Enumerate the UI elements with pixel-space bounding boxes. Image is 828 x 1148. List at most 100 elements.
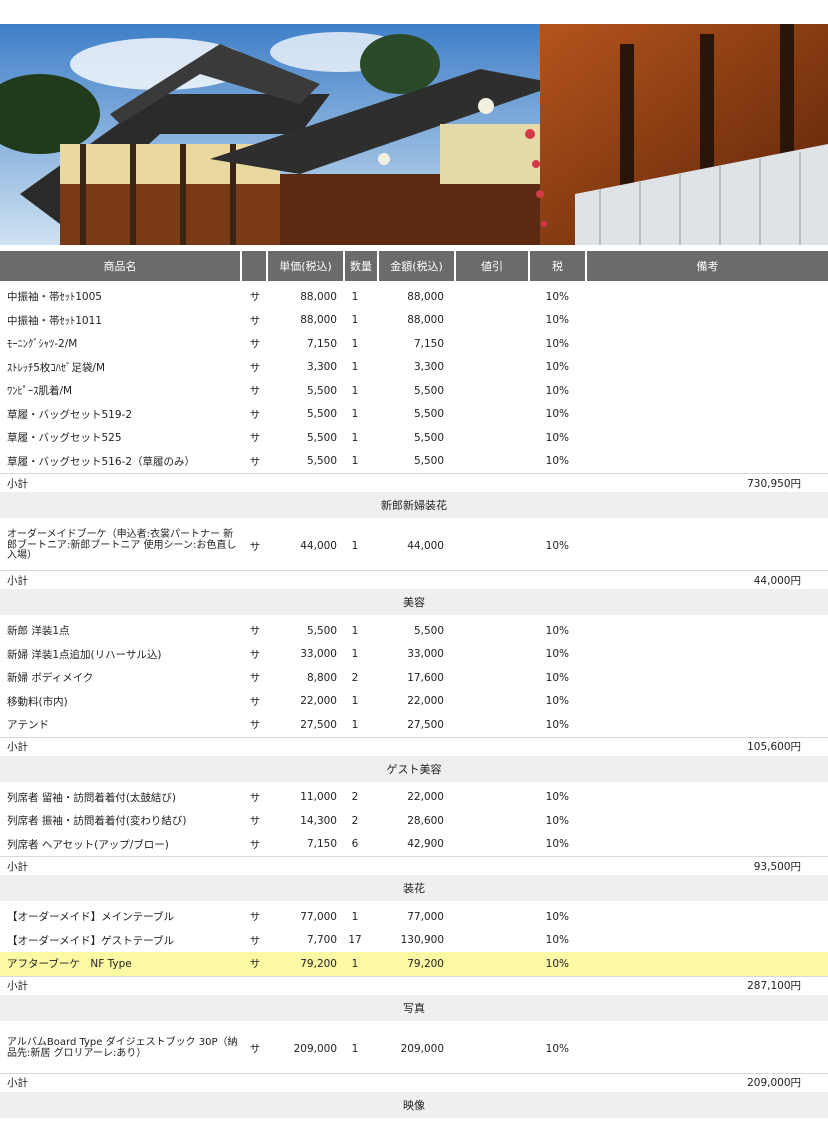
table-row: 移動料(市内) サ 22,000 1 22,000 10% — [0, 690, 828, 714]
item-tax-rate: 10% — [545, 1042, 569, 1055]
item-name: 列席者 振袖・訪問着着付(変わり結び) — [7, 815, 187, 828]
item-unit-price: 5,500 — [306, 408, 337, 421]
table-row: 列席者 ヘアセット(アップ/ブロー) サ 7,150 6 42,900 10% — [0, 833, 828, 857]
header-flag — [242, 251, 266, 281]
item-notes — [573, 619, 828, 643]
subtotal-value: 105,600円 — [747, 741, 801, 753]
table-row: ﾓｰﾆﾝｸﾞｼｬﾂ-2/M サ 7,150 1 7,150 10% — [0, 332, 828, 356]
item-notes — [573, 309, 828, 333]
table-row: 中振袖・帯ｾｯﾄ1005 サ 88,000 1 88,000 10% — [0, 285, 828, 309]
section-title: 装花 — [0, 875, 828, 901]
item-name: 中振袖・帯ｾｯﾄ1005 — [7, 291, 102, 304]
item-quantity: 1 — [351, 1042, 359, 1055]
header-unit-price: 単価(税込) — [268, 251, 343, 281]
item-name: アテンド — [7, 719, 49, 732]
item-quantity: 2 — [351, 671, 359, 684]
item-notes — [573, 450, 828, 474]
item-discount — [446, 403, 518, 427]
header-photo — [0, 24, 828, 245]
item-flag: サ — [249, 385, 261, 398]
item-quantity: 1 — [351, 957, 359, 970]
item-quantity: 1 — [351, 384, 359, 397]
item-flag: サ — [249, 838, 261, 851]
section-title: 写真 — [0, 994, 828, 1021]
item-discount — [446, 332, 518, 356]
item-quantity: 1 — [351, 290, 359, 303]
item-rows: オーダーメイドブーケ（申込者:衣裳パートナー 新郎ブートニア:新郎ブートニア 使… — [0, 518, 828, 570]
item-tax-rate: 10% — [545, 455, 569, 468]
item-discount — [446, 619, 518, 643]
item-name: 新婦 ボディメイク — [7, 672, 94, 685]
item-amount: 77,000 — [407, 910, 444, 923]
table-row: 草履・バッグセット525 サ 5,500 1 5,500 10% — [0, 426, 828, 450]
item-amount: 44,000 — [407, 540, 444, 552]
item-tax-rate: 10% — [545, 957, 569, 970]
item-quantity: 1 — [351, 361, 359, 374]
item-unit-price: 5,500 — [306, 624, 337, 637]
item-flag: サ — [249, 672, 261, 685]
subtotal-label: 小計 — [7, 980, 28, 992]
item-tax-rate: 10% — [545, 718, 569, 731]
table-row: オーダーメイドブーケ（申込者:衣裳パートナー 新郎ブートニア:新郎ブートニア 使… — [0, 522, 828, 570]
item-tax-rate: 10% — [545, 361, 569, 374]
table-row: 新婦 洋装1点追加(リハーサル込) サ 33,000 1 33,000 10% — [0, 643, 828, 667]
item-amount: 5,500 — [413, 431, 444, 444]
item-tax-rate: 10% — [545, 624, 569, 637]
item-notes — [573, 809, 828, 833]
item-amount: 17,600 — [407, 671, 444, 684]
item-quantity: 1 — [351, 337, 359, 350]
subtotal-row: 小計 44,000円 — [0, 570, 828, 589]
item-notes — [573, 929, 828, 953]
subtotal-value: 209,000円 — [747, 1077, 801, 1089]
item-unit-price: 44,000 — [300, 540, 337, 552]
section-title: 新郎新婦装花 — [0, 492, 828, 518]
subtotal-label: 小計 — [7, 477, 28, 490]
item-amount: 88,000 — [407, 314, 444, 327]
table-header: 商品名 単価(税込) 数量 金額(税込) 値引 税 備考 — [0, 251, 828, 281]
item-name: 草履・バッグセット516-2（草履のみ） — [7, 455, 196, 468]
item-quantity: 1 — [351, 314, 359, 327]
item-flag: サ — [249, 314, 261, 327]
item-discount — [446, 905, 518, 929]
subtotal-value: 730,950円 — [747, 477, 801, 490]
header-quantity: 数量 — [345, 251, 377, 281]
item-discount — [446, 713, 518, 737]
item-flag: サ — [249, 648, 261, 661]
item-flag: サ — [249, 934, 261, 947]
item-flag: サ — [249, 361, 261, 374]
item-quantity: 2 — [351, 791, 359, 804]
item-tax-rate: 10% — [545, 814, 569, 827]
item-rows: アルバムBoard Type ダイジェストブック 30P（納品先:新居 グロリア… — [0, 1021, 828, 1073]
item-name: 草履・バッグセット519-2 — [7, 408, 133, 421]
item-unit-price: 3,300 — [306, 361, 337, 374]
subtotal-label: 小計 — [7, 741, 28, 753]
top-strip — [0, 0, 828, 24]
item-quantity: 1 — [351, 648, 359, 661]
item-name: ﾜﾝﾋﾟｰｽ肌着/M — [7, 385, 73, 398]
item-quantity: 17 — [348, 934, 362, 947]
item-rows: 【オーダーメイド】メインテーブルサ 77,000 1 77,000 10% 【オーダーメイ… — [0, 901, 828, 976]
subtotal-label: 小計 — [7, 574, 28, 587]
item-name: 移動料(市内) — [7, 695, 68, 708]
item-discount — [446, 356, 518, 380]
item-notes — [573, 643, 828, 667]
item-notes — [573, 905, 828, 929]
item-flag: サ — [249, 455, 261, 468]
item-discount — [446, 379, 518, 403]
item-tax-rate: 10% — [545, 671, 569, 684]
item-notes — [573, 522, 828, 570]
table-row: 草履・バッグセット516-2（草履のみ） サ 5,500 1 5,500 10% — [0, 450, 828, 474]
item-unit-price: 88,000 — [300, 290, 337, 303]
item-unit-price: 79,200 — [300, 957, 337, 970]
item-notes — [573, 786, 828, 810]
subtotal-row: 小計 93,500円 — [0, 856, 828, 875]
header-notes: 備考 — [587, 251, 828, 281]
item-notes — [573, 666, 828, 690]
item-tax-rate: 10% — [545, 290, 569, 303]
item-name: アルバムBoard Type ダイジェストブック 30P（納品先:新居 グロリア… — [7, 1037, 238, 1059]
estimate-table: 中振袖・帯ｾｯﾄ1005 サ 88,000 1 88,000 10% 中振袖・帯ｾｯﾄ101… — [0, 281, 828, 1092]
item-name: ｽﾄﾚｯﾁ5枚ｺﾊｾﾞ足袋/M — [7, 361, 106, 374]
subtotal-row: 小計 209,000円 — [0, 1072, 828, 1092]
item-flag: サ — [249, 719, 261, 732]
item-quantity: 1 — [351, 431, 359, 444]
